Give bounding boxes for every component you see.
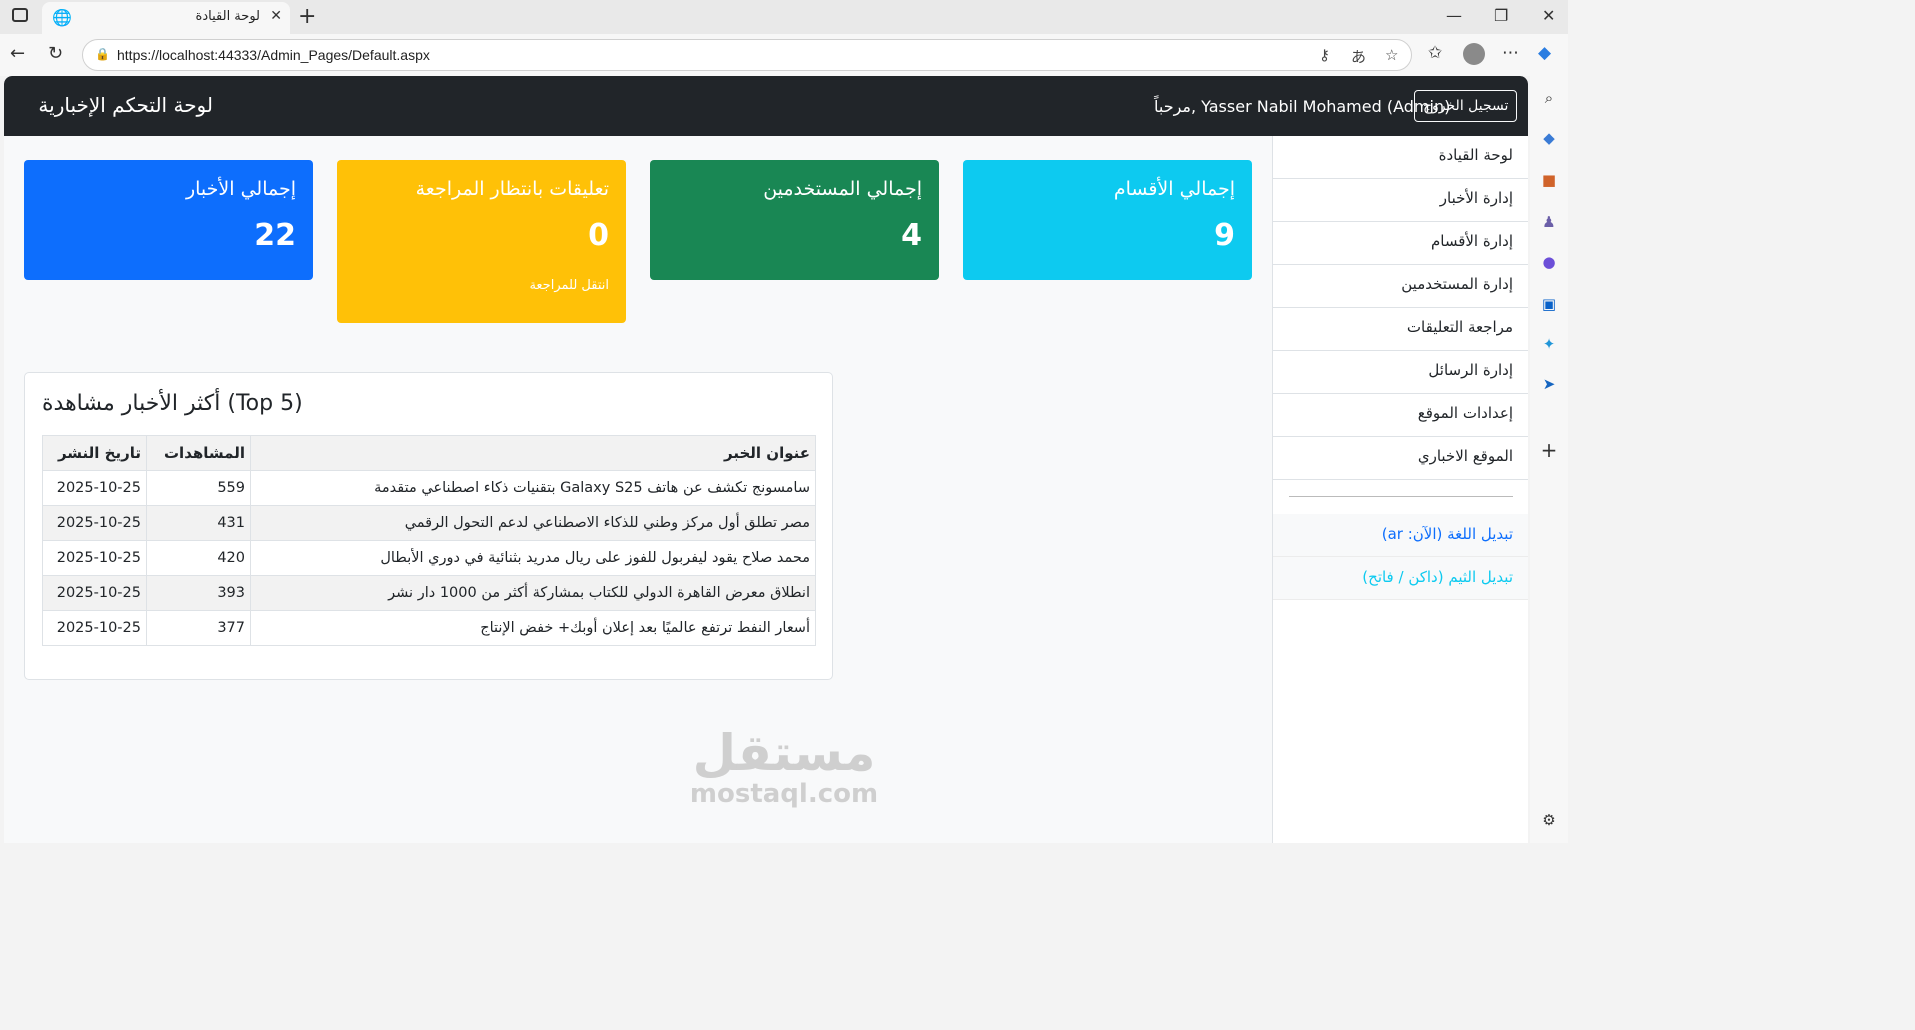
- header-date: تاريخ النشر: [42, 435, 147, 471]
- cell-date: 2025-10-25: [42, 470, 147, 506]
- close-tab-icon[interactable]: ✕: [270, 8, 282, 24]
- minimize-icon[interactable]: —: [1446, 6, 1462, 25]
- table-row: محمد صلاح يقود ليفربول للفوز على ريال مد…: [42, 540, 816, 576]
- navbar-brand[interactable]: لوحة التحكم الإخبارية: [38, 93, 213, 117]
- card-value: 4: [901, 218, 922, 253]
- lock-icon[interactable]: 🔒: [95, 47, 110, 61]
- cell-date: 2025-10-25: [42, 540, 147, 576]
- cell-title: سامسونج تكشف عن هاتف Galaxy S25 بتقنيات …: [250, 470, 816, 506]
- cell-date: 2025-10-25: [42, 575, 147, 611]
- restore-icon[interactable]: ❐: [1494, 6, 1508, 25]
- cell-date: 2025-10-25: [42, 610, 147, 646]
- m365-icon[interactable]: ●: [1539, 252, 1559, 272]
- translate-icon[interactable]: あ: [1351, 46, 1366, 67]
- sidebar-item-categories[interactable]: إدارة الأقسام: [1273, 222, 1528, 265]
- card-total-users: إجمالي المستخدمين 4: [650, 160, 939, 280]
- cell-views: 559: [146, 470, 251, 506]
- copilot-icon[interactable]: ◆: [1538, 43, 1551, 63]
- cell-title: محمد صلاح يقود ليفربول للفوز على ريال مد…: [250, 540, 816, 576]
- menu-divider: [1289, 496, 1513, 497]
- header-views: المشاهدات: [146, 435, 251, 471]
- watermark-logo: مستقل mostaql.com: [684, 726, 884, 808]
- edge-sidebar-rail: ⌕ ◆ ■ ♟ ● ▣ ✦ ➤ + ⚙: [1530, 76, 1568, 843]
- key-icon[interactable]: ⚷: [1319, 46, 1330, 64]
- top-news-title: أكثر الأخبار مشاهدة (Top 5): [42, 391, 303, 416]
- sidebar-item-settings[interactable]: إعدادات الموقع: [1273, 394, 1528, 437]
- language-toggle[interactable]: تبديل اللغة (الآن: ar): [1273, 514, 1528, 557]
- sidebar-toggle-icon[interactable]: [12, 8, 28, 22]
- url-field[interactable]: 🔒 https://localhost:44333/Admin_Pages/De…: [82, 39, 1412, 71]
- browser-tab[interactable]: 🌐 لوحة القيادة ✕: [42, 2, 290, 34]
- cell-date: 2025-10-25: [42, 505, 147, 541]
- briefcase-icon[interactable]: ■: [1539, 170, 1559, 190]
- sidebar-item-news[interactable]: إدارة الأخبار: [1273, 179, 1528, 222]
- cell-views: 431: [146, 505, 251, 541]
- sidebar-item-comments[interactable]: مراجعة التعليقات: [1273, 308, 1528, 351]
- table-row: انطلاق معرض القاهرة الدولي للكتاب بمشارك…: [42, 575, 816, 611]
- side-menu: لوحة القيادة إدارة الأخبار إدارة الأقسام…: [1272, 136, 1528, 843]
- top-navbar: لوحة التحكم الإخبارية مرحباً, Yasser Nab…: [4, 76, 1528, 136]
- theme-toggle[interactable]: تبديل الثيم (داكن / فاتح): [1273, 557, 1528, 600]
- cell-title: أسعار النفط ترتفع عالميًا بعد إعلان أوبك…: [250, 610, 816, 646]
- table-row: مصر تطلق أول مركز وطني للذكاء الاصطناعي …: [42, 505, 816, 541]
- welcome-text: مرحباً, Yasser Nabil Mohamed (Admin): [1154, 97, 1451, 116]
- add-icon[interactable]: +: [1539, 440, 1559, 460]
- globe-icon: 🌐: [52, 8, 72, 27]
- games-icon[interactable]: ♟: [1539, 212, 1559, 232]
- go-to-review-link[interactable]: انتقل للمراجعة: [354, 278, 609, 293]
- send-icon[interactable]: ➤: [1539, 374, 1559, 394]
- table-header-row: عنوان الخبر المشاهدات تاريخ النشر: [42, 435, 816, 471]
- card-title: تعليقات بانتظار المراجعة: [415, 178, 609, 200]
- card-title: إجمالي المستخدمين: [763, 178, 922, 200]
- browser-addressbar: ← ↻ 🔒 https://localhost:44333/Admin_Page…: [0, 34, 1568, 76]
- cell-title: مصر تطلق أول مركز وطني للذكاء الاصطناعي …: [250, 505, 816, 541]
- card-total-news: إجمالي الأخبار 22: [24, 160, 313, 280]
- favorites-icon[interactable]: ✩: [1428, 43, 1442, 63]
- cell-views: 420: [146, 540, 251, 576]
- sidebar-item-dashboard[interactable]: لوحة القيادة: [1273, 136, 1528, 179]
- more-menu-icon[interactable]: ⋯: [1502, 43, 1519, 63]
- card-value: 22: [254, 218, 296, 253]
- new-tab-icon[interactable]: +: [298, 4, 316, 29]
- header-title: عنوان الخبر: [250, 435, 816, 471]
- card-total-categories: إجمالي الأقسام 9: [963, 160, 1252, 280]
- shopping-tag-icon[interactable]: ◆: [1539, 128, 1559, 148]
- browser-tabbar: 🌐 لوحة القيادة ✕ + — ❐ ✕: [0, 0, 1568, 34]
- watermark-arabic: مستقل: [692, 724, 876, 782]
- card-value: 0: [588, 218, 609, 253]
- top-news-panel: أكثر الأخبار مشاهدة (Top 5) عنوان الخبر …: [24, 372, 833, 680]
- window-close-icon[interactable]: ✕: [1542, 6, 1555, 25]
- sidebar-item-messages[interactable]: إدارة الرسائل: [1273, 351, 1528, 394]
- settings-gear-icon[interactable]: ⚙: [1539, 810, 1559, 830]
- table-row: أسعار النفط ترتفع عالميًا بعد إعلان أوبك…: [42, 610, 816, 646]
- back-icon[interactable]: ←: [10, 43, 25, 64]
- sidebar-item-users[interactable]: إدارة المستخدمين: [1273, 265, 1528, 308]
- card-value: 9: [1214, 218, 1235, 253]
- top-news-table: عنوان الخبر المشاهدات تاريخ النشر سامسون…: [42, 435, 816, 646]
- favorite-star-icon[interactable]: ☆: [1385, 46, 1398, 64]
- tab-title: لوحة القيادة: [195, 9, 260, 24]
- search-icon[interactable]: ⌕: [1539, 88, 1559, 108]
- logout-button[interactable]: تسجيل الخروج: [1414, 90, 1518, 122]
- cell-title: انطلاق معرض القاهرة الدولي للكتاب بمشارك…: [250, 575, 816, 611]
- card-title: إجمالي الأخبار: [185, 178, 296, 200]
- table-row: سامسونج تكشف عن هاتف Galaxy S25 بتقنيات …: [42, 470, 816, 506]
- refresh-icon[interactable]: ↻: [48, 43, 63, 64]
- page-viewport: لوحة التحكم الإخبارية مرحباً, Yasser Nab…: [4, 76, 1528, 843]
- card-pending-comments: تعليقات بانتظار المراجعة 0 انتقل للمراجع…: [337, 160, 626, 323]
- url-text[interactable]: https://localhost:44333/Admin_Pages/Defa…: [117, 47, 430, 63]
- watermark-english: mostaql.com: [689, 779, 879, 809]
- cell-views: 377: [146, 610, 251, 646]
- designer-icon[interactable]: ✦: [1539, 334, 1559, 354]
- outlook-icon[interactable]: ▣: [1539, 294, 1559, 314]
- sidebar-item-website[interactable]: الموقع الاخباري: [1273, 437, 1528, 480]
- cell-views: 393: [146, 575, 251, 611]
- card-title: إجمالي الأقسام: [1113, 178, 1235, 200]
- profile-avatar[interactable]: [1463, 43, 1485, 65]
